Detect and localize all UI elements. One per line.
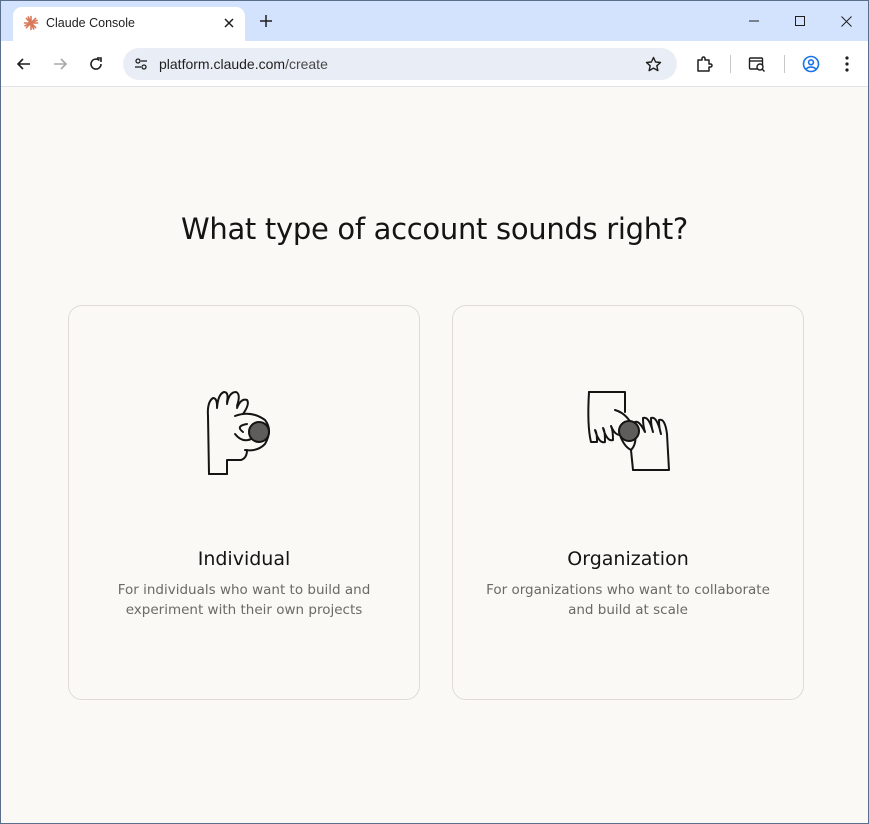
card-description-line: experiment with their own projects (125, 602, 363, 618)
two-hands-sharing-dot-icon (579, 386, 679, 476)
card-description-line: and build at scale (568, 602, 688, 618)
card-description-line: For organizations who want to collaborat… (486, 582, 770, 598)
url-text: platform.claude.com/create (159, 56, 328, 72)
tab-claude-console[interactable]: Claude Console (13, 7, 245, 41)
new-tab-plus-icon[interactable] (255, 10, 277, 32)
page-title: What type of account sounds right? (180, 212, 688, 246)
organization-account-card[interactable]: Organization For organizations who want … (452, 305, 804, 700)
window-close-icon[interactable] (823, 1, 868, 41)
hand-holding-dot-icon (195, 386, 295, 476)
browser-toolbar: platform.claude.com/create (1, 41, 868, 87)
card-description: For organizations who want to collaborat… (483, 580, 773, 620)
profile-avatar-icon[interactable] (797, 50, 825, 78)
individual-account-card[interactable]: Individual For individuals who want to b… (68, 305, 420, 700)
claude-sunburst-icon (23, 15, 39, 31)
card-title: Organization (567, 548, 689, 570)
toolbar-divider (730, 55, 731, 73)
site-info-tune-icon[interactable] (129, 52, 153, 76)
address-bar[interactable]: platform.claude.com/create (123, 48, 677, 80)
extensions-puzzle-icon[interactable] (690, 50, 718, 78)
url-host: platform.claude.com (159, 56, 286, 72)
minimize-icon[interactable] (731, 1, 777, 41)
tab-search-icon[interactable] (743, 50, 771, 78)
tab-strip: Claude Console (1, 1, 868, 41)
card-title: Individual (197, 548, 291, 570)
more-menu-icon[interactable] (833, 50, 861, 78)
page-content: What type of account sounds right? Indiv… (1, 88, 868, 823)
reload-icon[interactable] (82, 50, 110, 78)
browser-window: Claude Console platform.claude.com/creat… (0, 0, 869, 824)
back-arrow-icon[interactable] (10, 50, 38, 78)
toolbar-divider (784, 55, 785, 73)
tab-title: Claude Console (46, 16, 135, 30)
forward-arrow-icon[interactable] (46, 50, 74, 78)
close-tab-icon[interactable] (219, 13, 239, 33)
url-path: /create (285, 56, 328, 72)
maximize-icon[interactable] (777, 1, 823, 41)
card-description: For individuals who want to build and ex… (99, 580, 389, 620)
bookmark-star-icon[interactable] (641, 52, 665, 76)
card-description-line: For individuals who want to build and (117, 582, 371, 598)
